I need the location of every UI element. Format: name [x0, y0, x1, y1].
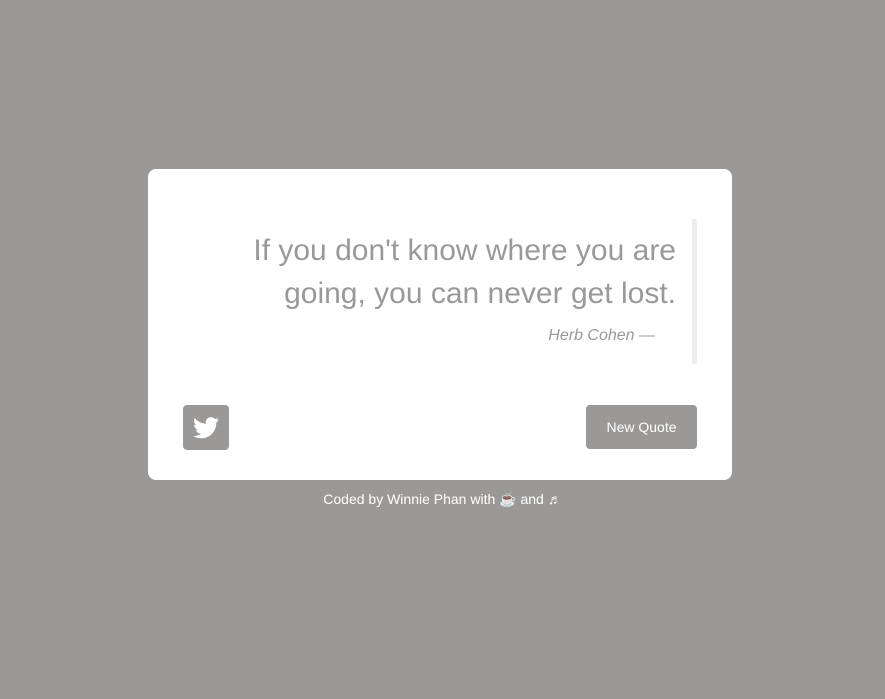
- new-quote-button[interactable]: New Quote: [586, 405, 697, 449]
- quote-text: If you don't know where you are going, y…: [253, 234, 676, 310]
- footer-and: and: [520, 491, 544, 507]
- twitter-icon: [193, 416, 219, 438]
- quote-block: If you don't know where you are going, y…: [227, 219, 697, 364]
- tweet-button[interactable]: [183, 405, 229, 450]
- coffee-icon: ☕: [499, 491, 517, 507]
- footer-credit: Coded by Winnie Phan with: [323, 491, 496, 507]
- footer: Coded by Winnie Phan with ☕ and ♬: [0, 491, 885, 508]
- quote-card: If you don't know where you are going, y…: [148, 169, 732, 480]
- quote-author: Herb Cohen —: [548, 327, 655, 344]
- music-icon: ♬: [547, 491, 562, 507]
